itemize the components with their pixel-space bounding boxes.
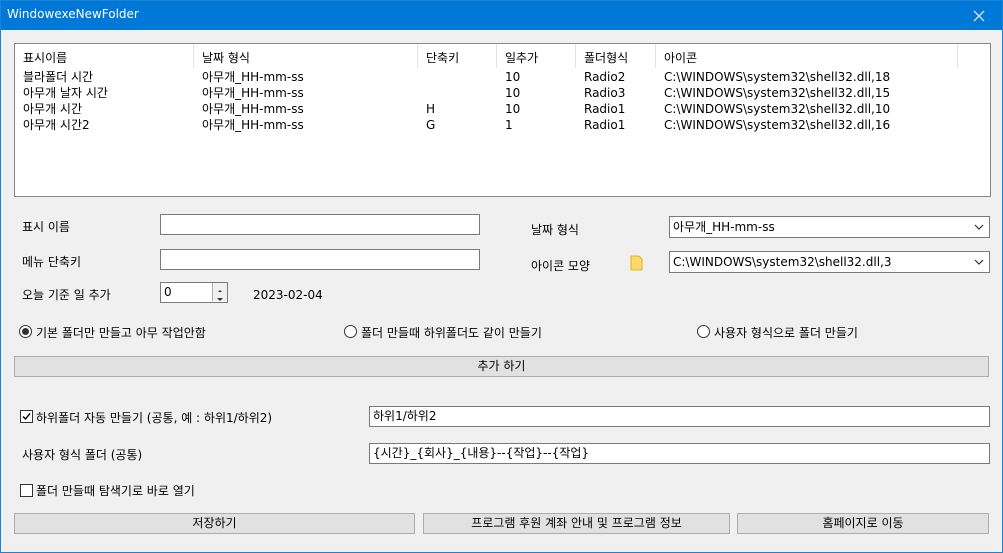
- open-explorer-checkbox[interactable]: [20, 484, 33, 497]
- list-cell: 아무개_HH-mm-ss: [202, 86, 304, 100]
- list-cell: 1: [505, 118, 513, 132]
- list-cell: C:\WINDOWS\system32\shell32.dll,16: [664, 118, 891, 132]
- add-button[interactable]: 추가 하기: [14, 356, 989, 377]
- days-label: 오늘 기준 일 추가: [22, 288, 111, 302]
- column-header-folder-type[interactable]: 폴더형식: [576, 44, 656, 68]
- list-cell: 아무개 시간2: [23, 118, 90, 132]
- list-cell: 10: [505, 86, 521, 100]
- save-button[interactable]: 저장하기: [14, 513, 415, 534]
- radio-custom-format-label[interactable]: 사용자 형식으로 폴더 만들기: [714, 324, 858, 341]
- list-row[interactable]: 아무개 시간2 아무개_HH-mm-ss G 1 Radio1 C:\WINDO…: [15, 117, 990, 133]
- list-cell: G: [426, 118, 436, 132]
- title-bar[interactable]: WindowexeNewFolder: [1, 1, 1002, 30]
- icon-select[interactable]: C:\WINDOWS\system32\shell32.dll,3: [669, 251, 990, 273]
- list-row[interactable]: 아무개 날자 시간 아무개_HH-mm-ss 10 Radio3 C:\WIND…: [15, 85, 990, 101]
- radio-subfolder-label[interactable]: 폴더 만들때 하위폴더도 같이 만들기: [361, 324, 542, 341]
- date-format-value: 아무개_HH-mm-ss: [673, 220, 775, 234]
- list-cell: 아무개_HH-mm-ss: [202, 102, 304, 116]
- list-row[interactable]: 아무개 시간 아무개_HH-mm-ss H 10 Radio1 C:\WINDO…: [15, 101, 990, 117]
- list-cell: C:\WINDOWS\system32\shell32.dll,10: [664, 102, 891, 116]
- list-cell: Radio1: [584, 118, 626, 132]
- list-cell: 아무개_HH-mm-ss: [202, 70, 304, 84]
- shortcut-label: 메뉴 단축키: [22, 255, 82, 269]
- date-preview: 2023-02-04: [253, 288, 323, 302]
- list-header: 표시이름 날짜 형식 단축키 일추가 폴더형식 아이콘: [15, 44, 990, 68]
- radio-subfolder[interactable]: [344, 325, 357, 338]
- display-name-input[interactable]: [160, 214, 480, 235]
- custom-format-label: 사용자 형식 폴더 (공통): [22, 448, 143, 462]
- list-row[interactable]: 블라폴더 시간 아무개_HH-mm-ss 10 Radio2 C:\WINDOW…: [15, 69, 990, 85]
- radio-custom-format[interactable]: [697, 325, 710, 338]
- open-explorer-label[interactable]: 폴더 만들때 탐색기로 바로 열기: [36, 482, 195, 499]
- close-button[interactable]: [956, 1, 1002, 30]
- close-icon: [973, 10, 985, 21]
- list-cell: 아무개 시간: [23, 102, 83, 116]
- chevron-down-icon: [974, 259, 984, 265]
- stepper-down-button[interactable]: [212, 292, 227, 301]
- column-header-display-name[interactable]: 표시이름: [15, 44, 194, 68]
- subfolder-checkbox-label[interactable]: 하위폴더 자동 만들기 (공통, 예 : 하위1/하위2): [36, 409, 272, 426]
- icon-label: 아이콘 모양: [531, 259, 591, 273]
- homepage-button[interactable]: 홈페이지로 이동: [737, 513, 989, 534]
- display-name-label: 표시 이름: [22, 220, 70, 234]
- list-cell: H: [426, 102, 436, 116]
- column-header-shortcut[interactable]: 단축키: [418, 44, 497, 68]
- days-stepper[interactable]: 0: [160, 282, 228, 303]
- program-info-button[interactable]: 프로그램 후원 계좌 안내 및 프로그램 정보: [423, 513, 730, 534]
- radio-basic-folder-label[interactable]: 기본 폴더만 만들고 아무 작업안함: [36, 324, 206, 341]
- list-cell: Radio1: [584, 102, 626, 116]
- folder-icon: [630, 255, 643, 271]
- radio-basic-folder[interactable]: [19, 325, 32, 338]
- list-cell: Radio2: [584, 70, 626, 84]
- folder-list[interactable]: 표시이름 날짜 형식 단축키 일추가 폴더형식 아이콘 블라폴더 시간 아무개_…: [14, 43, 991, 197]
- list-cell: Radio3: [584, 86, 626, 100]
- icon-path-value: C:\WINDOWS\system32\shell32.dll,3: [673, 255, 892, 269]
- chevron-down-icon: [974, 224, 984, 230]
- shortcut-input[interactable]: [160, 249, 480, 270]
- date-format-select[interactable]: 아무개_HH-mm-ss: [669, 216, 990, 238]
- checkmark-icon: [22, 413, 31, 421]
- stepper-up-button[interactable]: [212, 283, 227, 293]
- column-header-icon[interactable]: 아이콘: [656, 44, 958, 68]
- list-cell: 10: [505, 102, 521, 116]
- list-cell: 아무개_HH-mm-ss: [202, 118, 304, 132]
- app-window: WindowexeNewFolder 표시이름 날짜 형식 단축키 일추가 폴더…: [0, 0, 1003, 553]
- down-arrow-icon: [217, 298, 223, 301]
- days-value: 0: [164, 285, 172, 299]
- list-cell: 블라폴더 시간: [23, 70, 94, 84]
- date-format-label: 날짜 형식: [531, 223, 579, 237]
- window-title: WindowexeNewFolder: [7, 7, 139, 21]
- list-cell: C:\WINDOWS\system32\shell32.dll,18: [664, 70, 891, 84]
- column-header-date-format[interactable]: 날짜 형식: [194, 44, 418, 68]
- subfolder-input[interactable]: 하위1/하위2: [369, 406, 990, 427]
- custom-format-input[interactable]: {시간}_{회사}_{내용}--{작업}--{작업}: [369, 443, 990, 464]
- list-cell: C:\WINDOWS\system32\shell32.dll,15: [664, 86, 891, 100]
- subfolder-checkbox[interactable]: [20, 410, 33, 423]
- column-header-add-days[interactable]: 일추가: [497, 44, 576, 68]
- list-cell: 10: [505, 70, 521, 84]
- list-cell: 아무개 날자 시간: [23, 86, 108, 100]
